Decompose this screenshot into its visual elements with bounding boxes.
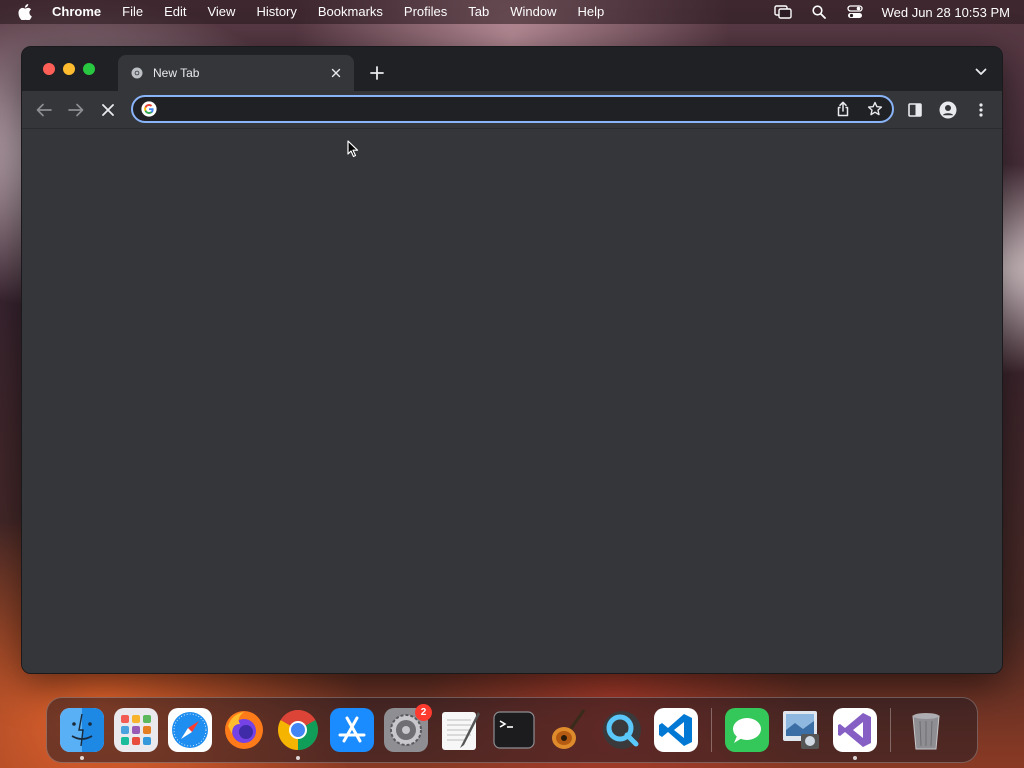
browser-toolbar	[22, 91, 1002, 129]
fullscreen-window-button[interactable]	[83, 63, 95, 75]
control-center-icon[interactable]	[846, 4, 864, 20]
tab-title: New Tab	[153, 66, 200, 80]
apple-icon[interactable]	[18, 4, 34, 20]
tab-new-tab[interactable]: New Tab	[118, 55, 354, 91]
menu-bar: Chrome File Edit View History Bookmarks …	[0, 0, 1024, 24]
window-controls	[43, 63, 95, 75]
menu-bookmarks[interactable]: Bookmarks	[318, 0, 383, 24]
menu-help[interactable]: Help	[578, 0, 605, 24]
stop-loading-icon[interactable]	[100, 102, 116, 118]
profile-avatar-icon[interactable]	[939, 101, 957, 119]
tab-strip: New Tab	[22, 47, 1002, 91]
running-indicator	[296, 756, 300, 760]
notification-badge: 2	[415, 704, 432, 721]
more-menu-icon[interactable]	[972, 101, 990, 119]
textedit-icon[interactable]	[438, 708, 482, 752]
chrome-icon[interactable]	[276, 708, 320, 760]
chrome-window: New Tab	[21, 46, 1003, 674]
status-area: Wed Jun 28 10:53 PM	[773, 4, 1010, 20]
menu-tab[interactable]: Tab	[468, 0, 489, 24]
menu-file[interactable]: File	[122, 0, 143, 24]
minimize-window-button[interactable]	[63, 63, 75, 75]
screen-mirroring-icon[interactable]	[773, 4, 792, 20]
menu-profiles[interactable]: Profiles	[404, 0, 447, 24]
dock-separator	[711, 708, 712, 752]
share-icon[interactable]	[834, 100, 852, 118]
vscode-icon[interactable]	[654, 708, 698, 752]
finder-icon[interactable]	[60, 708, 104, 760]
launchpad-icon[interactable]	[114, 708, 158, 752]
menu-view[interactable]: View	[207, 0, 235, 24]
running-indicator	[853, 756, 857, 760]
preview-icon[interactable]	[779, 708, 823, 752]
menu-history[interactable]: History	[256, 0, 296, 24]
menu-clock[interactable]: Wed Jun 28 10:53 PM	[882, 5, 1010, 20]
visual-studio-icon[interactable]	[833, 708, 877, 760]
dock-separator	[890, 708, 891, 752]
quicktime-icon[interactable]	[600, 708, 644, 752]
tab-close-icon[interactable]	[328, 65, 344, 81]
dock: 2	[46, 697, 978, 763]
tab-search-chevron-icon[interactable]	[974, 65, 988, 79]
terminal-icon[interactable]	[492, 708, 536, 752]
messages-icon[interactable]	[725, 708, 769, 752]
new-tab-plus-icon[interactable]	[368, 64, 386, 82]
address-input[interactable]	[165, 99, 820, 119]
back-arrow-icon[interactable]	[36, 102, 52, 118]
address-bar[interactable]	[131, 95, 894, 123]
garageband-icon[interactable]	[546, 708, 590, 752]
chrome-favicon-icon	[131, 66, 145, 80]
forward-arrow-icon[interactable]	[68, 102, 84, 118]
google-g-icon	[141, 101, 157, 117]
running-indicator	[80, 756, 84, 760]
close-window-button[interactable]	[43, 63, 55, 75]
side-panel-icon[interactable]	[906, 101, 924, 119]
system-preferences-icon[interactable]: 2	[384, 704, 432, 752]
page-content[interactable]	[22, 129, 1002, 673]
bookmark-star-icon[interactable]	[866, 100, 884, 118]
safari-icon[interactable]	[168, 708, 212, 752]
menu-window[interactable]: Window	[510, 0, 556, 24]
mouse-cursor-icon	[347, 140, 359, 158]
menu-edit[interactable]: Edit	[164, 0, 186, 24]
firefox-icon[interactable]	[222, 708, 266, 752]
app-store-icon[interactable]	[330, 708, 374, 752]
trash-icon[interactable]	[904, 708, 948, 752]
menu-app-name[interactable]: Chrome	[52, 0, 101, 24]
spotlight-search-icon[interactable]	[810, 4, 828, 20]
